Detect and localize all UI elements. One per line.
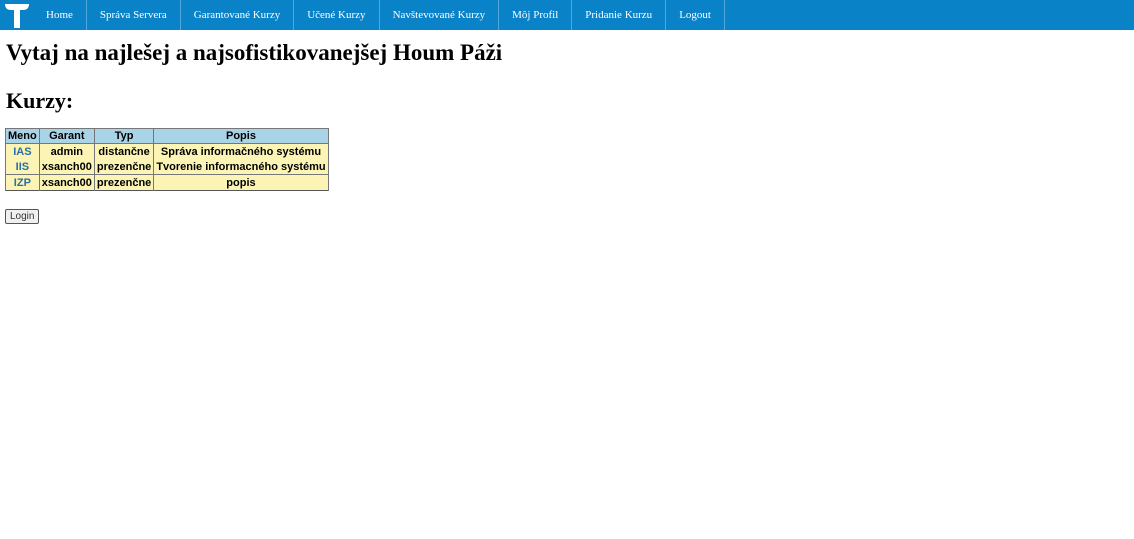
course-garant-cell: xsanch00 (38, 159, 95, 175)
course-description-cell: Tvorenie informacného systému (153, 159, 329, 175)
column-header-type: Typ (93, 128, 155, 144)
logo-icon[interactable] (0, 0, 34, 30)
table-row: IIS xsanch00 prezenčne Tvorenie informac… (5, 159, 329, 175)
course-description-cell: Správa informačného systému (153, 143, 329, 159)
courses-heading: Kurzy: (6, 88, 74, 113)
table-header-row: Meno Garant Typ Popis (5, 128, 329, 144)
nav-taught-courses[interactable]: Učené Kurzy (294, 0, 380, 30)
course-link[interactable]: IZP (14, 177, 31, 189)
nav-add-course[interactable]: Pridanie Kurzu (572, 0, 667, 30)
course-type-cell: prezenčne (93, 174, 155, 191)
table-row: IZP xsanch00 prezenčne popis (5, 174, 329, 191)
nav-logout[interactable]: Logout (666, 0, 725, 30)
course-type-cell: distančne (93, 143, 155, 159)
course-name-cell: IZP (5, 174, 40, 191)
course-description-cell: popis (153, 174, 329, 191)
course-garant-cell: xsanch00 (38, 174, 95, 191)
page-title: Vytaj na najlešej a najsofistikovanejšej… (6, 40, 503, 65)
nav-server-admin[interactable]: Správa Servera (87, 0, 181, 30)
nav-attended-courses[interactable]: Navštevované Kurzy (380, 0, 500, 30)
column-header-description: Popis (153, 128, 329, 144)
course-type-cell: prezenčne (93, 159, 155, 175)
nav-guaranteed-courses[interactable]: Garantované Kurzy (181, 0, 295, 30)
nav-home[interactable]: Home (34, 0, 87, 30)
column-header-name: Meno (5, 128, 40, 144)
table-row: IAS admin distančne Správa informačného … (5, 143, 329, 159)
column-header-garant: Garant (38, 128, 95, 144)
course-link[interactable]: IIS (16, 161, 29, 173)
nav-my-profile[interactable]: Môj Profil (499, 0, 573, 30)
course-link[interactable]: IAS (13, 146, 31, 158)
courses-table: Meno Garant Typ Popis IAS admin distančn… (5, 128, 329, 191)
course-name-cell: IIS (5, 159, 40, 175)
top-navbar: Home Správa Servera Garantované Kurzy Uč… (0, 0, 1134, 30)
course-garant-cell: admin (38, 143, 95, 159)
login-button[interactable]: Login (5, 209, 40, 224)
course-name-cell: IAS (5, 143, 40, 159)
